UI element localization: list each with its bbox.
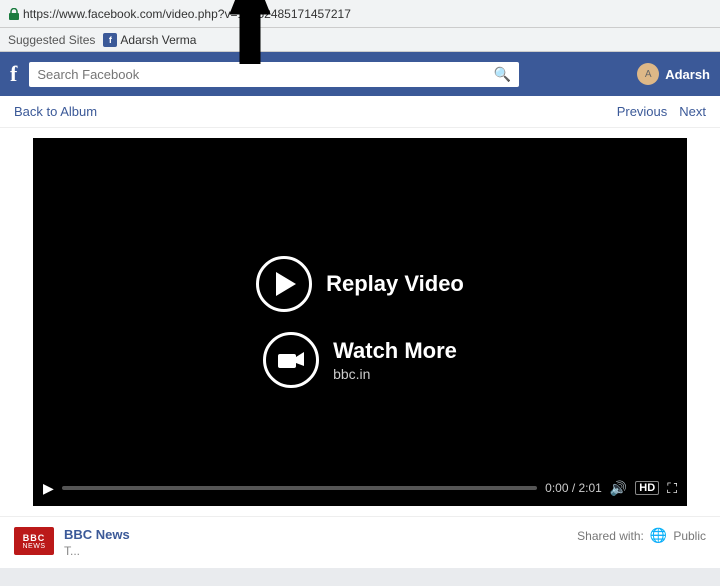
watch-more-label: Watch More	[333, 338, 457, 364]
user-bookmark-label: Adarsh Verma	[120, 33, 196, 47]
ssl-icon: https://www.facebook.com/video.php?v=101…	[8, 7, 351, 21]
nav-username: Adarsh	[665, 67, 710, 82]
back-to-album-link[interactable]: Back to Album	[14, 104, 97, 119]
search-input[interactable]	[37, 67, 488, 82]
facebook-navbar: f 🔍 A Adarsh	[0, 52, 720, 96]
watch-more-sub: bbc.in	[333, 366, 457, 382]
camera-icon	[278, 350, 304, 370]
play-circle-icon	[256, 256, 312, 312]
footer-right: Shared with: 🌐 Public	[577, 527, 706, 544]
browser-address-bar: https://www.facebook.com/video.php?v=101…	[0, 0, 720, 28]
volume-icon[interactable]: 🔊	[610, 480, 627, 497]
globe-icon: 🌐	[650, 527, 667, 544]
watch-more-button[interactable]: Watch More bbc.in	[263, 332, 457, 388]
replay-text: Replay Video	[326, 271, 464, 297]
watch-more-text: Watch More bbc.in	[333, 338, 457, 382]
page-content: Back to Album Previous Next Replay Video	[0, 96, 720, 568]
camera-circle-icon	[263, 332, 319, 388]
replay-label: Replay Video	[326, 271, 464, 297]
fullscreen-icon[interactable]: ⛶	[667, 480, 677, 497]
bbc-news-text: NEWS	[23, 543, 46, 550]
prev-next-nav: Previous Next	[617, 104, 706, 119]
previous-link[interactable]: Previous	[617, 104, 668, 119]
footer-description: T...	[64, 544, 567, 558]
replay-button[interactable]: Replay Video	[256, 256, 464, 312]
search-icon: 🔍	[494, 66, 511, 83]
video-player: Replay Video Watch More bbc.in ▶ 0:00 / …	[33, 138, 687, 506]
visibility-label: Public	[673, 529, 706, 543]
arrow-annotation	[215, 0, 285, 64]
bbc-text: BBC	[23, 533, 46, 543]
bbc-logo: BBC NEWS	[14, 527, 54, 555]
footer-info: BBC News T...	[64, 527, 567, 558]
nav-right: A Adarsh	[637, 63, 710, 85]
shared-with-label: Shared with:	[577, 529, 644, 543]
url-text: https://www.facebook.com/video.php?v=101…	[23, 7, 351, 21]
video-footer: BBC NEWS BBC News T... Shared with: 🌐 Pu…	[0, 516, 720, 568]
video-controls: ▶ 0:00 / 2:01 🔊 HD ⛶	[33, 470, 687, 506]
play-pause-button[interactable]: ▶	[43, 480, 54, 497]
fb-logo: f	[10, 61, 17, 87]
hd-badge[interactable]: HD	[635, 481, 659, 495]
next-link[interactable]: Next	[679, 104, 706, 119]
suggested-sites[interactable]: Suggested Sites	[8, 33, 95, 47]
fb-favicon-small: f	[103, 33, 117, 47]
progress-bar[interactable]	[62, 486, 537, 490]
avatar: A	[637, 63, 659, 85]
bookmarks-bar: Suggested Sites f Adarsh Verma	[0, 28, 720, 52]
play-triangle-icon	[276, 272, 296, 296]
time-display: 0:00 / 2:01	[545, 481, 602, 495]
search-bar[interactable]: 🔍	[29, 62, 519, 87]
user-bookmark[interactable]: f Adarsh Verma	[103, 33, 196, 47]
album-navigation: Back to Album Previous Next	[0, 96, 720, 128]
footer-channel[interactable]: BBC News	[64, 527, 567, 542]
